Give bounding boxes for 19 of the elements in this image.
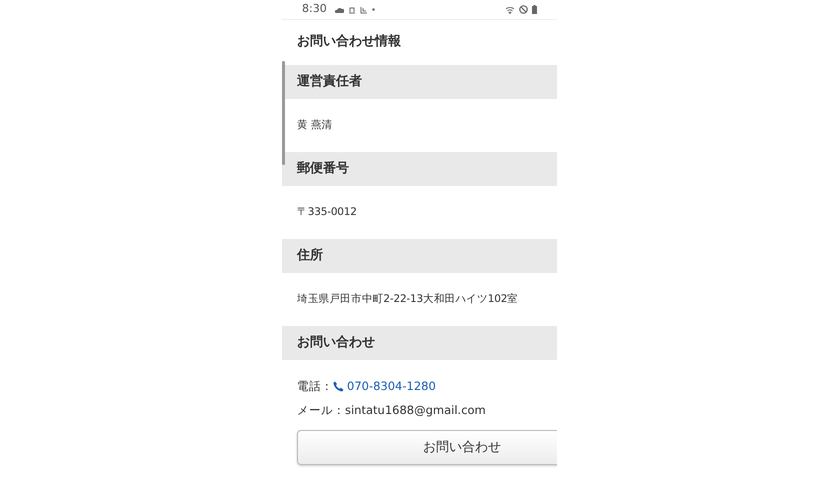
dot-icon bbox=[372, 8, 375, 11]
contact-button[interactable]: お問い合わせ bbox=[297, 430, 557, 465]
section-heading: 運営責任者 bbox=[282, 65, 557, 99]
block-icon bbox=[519, 5, 528, 14]
status-time: 8:30 bbox=[302, 1, 327, 18]
page-title: お問い合わせ情報 bbox=[296, 33, 402, 51]
section-heading: 郵便番号 bbox=[282, 152, 557, 186]
section-value: 黄 燕清 bbox=[297, 118, 333, 133]
email-text: メール：sintatu1688@gmail.com bbox=[297, 403, 486, 417]
cloud-icon bbox=[334, 6, 344, 12]
section-heading: 住所 bbox=[282, 239, 557, 273]
battery-icon bbox=[532, 5, 537, 14]
phone-link[interactable]: 070-8304-1280 bbox=[347, 374, 436, 398]
wifi-icon bbox=[505, 6, 515, 14]
phone-label: 電話： bbox=[297, 378, 333, 395]
section-value: 〒335-0012 bbox=[297, 204, 357, 220]
section-heading: お問い合わせ bbox=[282, 326, 557, 360]
section-value: 埼玉県戸田市中町2-22-13大和田ハイツ102室 bbox=[297, 292, 518, 307]
phone-icon bbox=[333, 380, 344, 392]
